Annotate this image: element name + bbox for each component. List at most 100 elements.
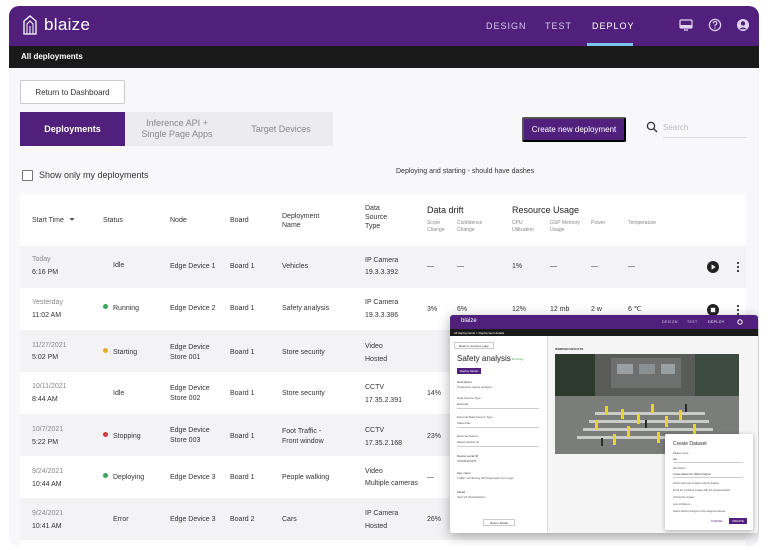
preview-field[interactable]: Select stream id	[457, 440, 539, 447]
dialog-option[interactable]: Fixed the confident images with the assi…	[673, 489, 730, 492]
preview-device-label: Device serial ID	[457, 454, 479, 458]
blaize-logo-icon	[23, 15, 37, 35]
header-temperature: Temperature	[628, 220, 657, 226]
dialog-create-button[interactable]: CREATE	[729, 518, 747, 524]
preview-field[interactable]: Video link	[457, 421, 539, 428]
row-name: Foot Traffic - Front window	[282, 428, 324, 445]
dialog-underline	[673, 462, 743, 463]
dialog-field-value[interactable]: Create dataset for Safety Analysis	[673, 473, 711, 476]
row-date: 10/11/2021	[32, 383, 67, 390]
search-input[interactable]	[663, 118, 747, 138]
row-score: 3%	[427, 306, 438, 313]
row-time: 11:02 AM	[32, 312, 62, 319]
header-board: Board	[230, 217, 249, 224]
preview-device-value: ISN29ND3978	[457, 459, 477, 463]
row-node: Edge Device 2	[170, 305, 216, 312]
row-temperature: 6 ℃	[628, 306, 642, 313]
preview-gear-icon	[737, 319, 743, 325]
row-board: Board 1	[230, 305, 255, 312]
header-resource-usage: Resource Usage	[512, 205, 580, 215]
row-time: 6:16 PM	[32, 269, 59, 276]
row-node: Edge Device 3	[170, 516, 216, 523]
row-name: Safety analysis	[282, 305, 330, 312]
sub-header: All deployments	[9, 46, 759, 68]
row-date: Today	[32, 256, 51, 263]
header-power: Power	[591, 220, 606, 226]
header-start-time[interactable]: Start Time	[32, 216, 75, 225]
tab-deployments[interactable]: Deployments	[20, 112, 125, 146]
app-window: blaize DESIGN TEST DEPLOY All deployment…	[9, 6, 759, 546]
row-gsp: 12 mb	[550, 306, 570, 313]
header-confidence-change: Confidence Change	[457, 220, 483, 233]
row-source-detail: 17.35.2.168	[365, 440, 402, 447]
preview-breadcrumb: All deployments > Deployment details	[450, 329, 758, 336]
preview-description: Production safety analysis	[457, 385, 492, 389]
row-time: 8:44 AM	[32, 396, 58, 403]
account-icon[interactable]	[736, 18, 750, 32]
tab-target-devices[interactable]: Target Devices	[229, 112, 333, 146]
row-date: 10/7/2021	[32, 426, 64, 433]
help-icon[interactable]	[708, 18, 722, 32]
preview-field-label: External Data Source Type	[457, 415, 493, 419]
dialog-underline	[673, 477, 743, 478]
preview-logo: blaize	[461, 318, 477, 324]
dialog-cancel-button[interactable]: CANCEL	[709, 518, 725, 524]
dialog-option[interactable]: Select without changes to the assigned c…	[673, 510, 725, 513]
row-date: 9/24/2021	[32, 468, 64, 475]
row-temperature: —	[628, 263, 635, 270]
dialog-title: Create Dataset	[673, 441, 707, 447]
row-date: 11/27/2021	[32, 342, 67, 349]
preview-back-button[interactable]: Back to previous page	[454, 342, 494, 349]
more-vertical-icon[interactable]	[736, 261, 740, 273]
top-nav-bar: blaize DESIGN TEST DEPLOY	[9, 6, 759, 46]
preview-field[interactable]: External	[457, 402, 539, 409]
row-cpu: 1%	[512, 263, 523, 270]
dialog-field-label: Dataset name	[673, 452, 689, 455]
monitor-icon[interactable]	[679, 18, 693, 32]
row-node: Edge Device 3	[170, 474, 216, 481]
row-status: Deploying	[103, 473, 144, 483]
tab-inference-api[interactable]: Inference API + Single Page Apps	[125, 112, 229, 146]
row-score: 23%	[427, 433, 442, 440]
preview-model-label: Model	[457, 490, 466, 494]
row-node: Edge Device Store 003	[170, 427, 210, 444]
dialog-option[interactable]: Unfixed the images	[673, 496, 694, 499]
dialog-option[interactable]: Low confidence	[673, 503, 690, 506]
preview-return-model-button[interactable]: Return Model	[483, 519, 515, 526]
nav-deploy[interactable]: DEPLOY	[592, 21, 635, 31]
row-board: Board 1	[230, 263, 255, 270]
header-score-change: Score Change	[427, 220, 445, 233]
dialog-field-label: Description	[673, 467, 686, 470]
header-data-source-type: Data Source Type	[365, 205, 388, 230]
row-score: 26%	[427, 516, 442, 523]
row-source-detail: 19.3.3.386	[365, 312, 399, 319]
dialog-instruction: Select what type of data to add to datas…	[673, 482, 720, 485]
table-row[interactable]: Today 6:16 PM Idle Edge Device 1 Board 1…	[20, 246, 746, 288]
logo[interactable]: blaize	[21, 15, 90, 35]
preview-nav-deploy: DEPLOY	[708, 320, 725, 324]
nav-test[interactable]: TEST	[545, 21, 572, 31]
status-dot-green	[103, 304, 108, 309]
dialog-field-value[interactable]: test	[673, 458, 677, 461]
create-dataset-dialog: Create Dataset Dataset name test Descrip…	[665, 434, 753, 530]
row-node: Edge Device Store 002	[170, 385, 210, 402]
play-icon[interactable]	[707, 261, 719, 273]
row-source: IP Camera	[365, 510, 399, 517]
header-deployment-name: Deployment Name	[282, 213, 320, 229]
search-icon	[646, 121, 658, 133]
row-source-detail: Hosted	[365, 523, 388, 530]
preview-deploy-button[interactable]: Deploy Model	[457, 368, 481, 374]
deployment-details-preview: blaize DESIGN TEST DEPLOY All deployment…	[450, 315, 758, 533]
return-to-dashboard-button[interactable]: Return to Dashboard	[20, 80, 125, 104]
create-deployment-button[interactable]: Create new deployment	[522, 117, 626, 142]
row-source: Video	[365, 343, 383, 350]
page-title: All deployments	[21, 52, 83, 61]
show-mine-checkbox[interactable]	[22, 170, 33, 181]
row-source: IP Camera	[365, 257, 399, 264]
nav-design[interactable]: DESIGN	[486, 21, 527, 31]
preview-title: Safety analysis	[457, 354, 511, 363]
preview-app-value: Traffic monitoring (ID) Deployed 4 min a…	[457, 476, 514, 480]
row-score: —	[427, 263, 434, 270]
header-node: Node	[170, 217, 187, 224]
row-status: Starting	[103, 348, 137, 358]
